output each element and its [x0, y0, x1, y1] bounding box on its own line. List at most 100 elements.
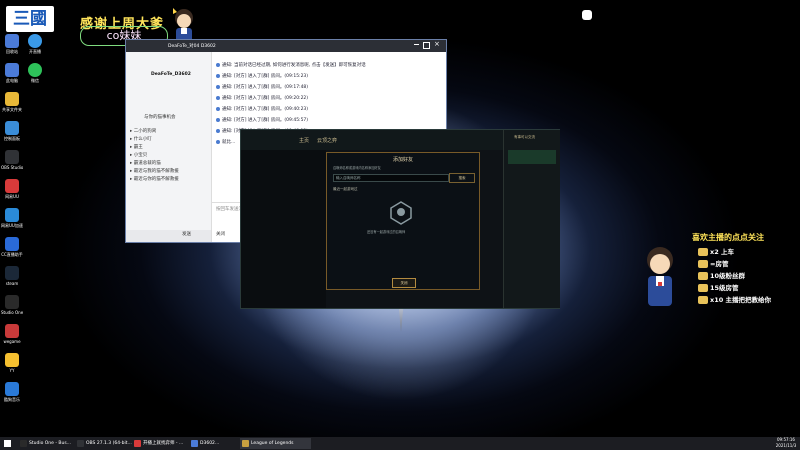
desktop-icon[interactable]: YY — [1, 353, 23, 373]
follow-overlay: 喜欢主播的点点关注 x2 上车 =房管 10级粉丝群 15级房管 x10 主播把… — [640, 228, 800, 313]
desktop-icon[interactable]: 控制面板 — [1, 121, 23, 141]
minimize-icon[interactable] — [414, 44, 419, 45]
info-icon — [216, 128, 220, 133]
desktop-icon-label: steam — [5, 281, 19, 286]
chat-message: 通知: [对方] 进入了[群] 房间。(09:40:23) — [216, 106, 308, 112]
app-icon — [77, 440, 84, 447]
empty-friends-icon — [390, 201, 412, 225]
desktop-icon[interactable]: CC直播助手 — [1, 237, 23, 257]
desktop-icon-label: Studio One 4 — [1, 310, 23, 315]
app-icon — [5, 208, 19, 222]
app-icon — [5, 266, 19, 280]
desktop-icon[interactable]: 网易UU — [1, 179, 23, 199]
desktop-icon[interactable]: 回收站 — [1, 34, 23, 54]
gift-icon — [698, 296, 708, 304]
app-icon — [5, 179, 19, 193]
qq-titlebar[interactable]: DeaFoTe_对04 D3602 × — [126, 40, 446, 52]
dialog-title: 添加好友 — [392, 157, 413, 163]
gift-icon — [698, 248, 708, 256]
conan-follow-icon — [647, 247, 673, 306]
contact-group-item[interactable]: ▸ 二小的狗窝 — [130, 128, 156, 134]
close-chat-button[interactable]: 关闭 — [216, 231, 225, 237]
app-icon — [5, 382, 19, 396]
desktop-icon[interactable]: 网易UU加速器 — [1, 208, 23, 228]
follow-line: =房管 — [698, 258, 728, 268]
app-icon — [28, 34, 42, 48]
send-button[interactable]: 发送 — [182, 231, 191, 237]
contact-group-item[interactable]: ▸ 最近与你的猫不解救援 — [130, 176, 179, 182]
app-icon — [5, 121, 19, 135]
tab-home[interactable]: 主页 — [299, 137, 309, 144]
follow-line: x2 上车 — [698, 246, 734, 256]
search-button[interactable]: 搜索 — [449, 173, 475, 183]
app-icon — [5, 92, 19, 106]
add-friend-dialog[interactable]: 添加好友 召唤师名称或游戏内名称添加好友 输入召唤师名称 搜索 最近一起游戏过 … — [326, 152, 480, 290]
desktop-icon[interactable]: wegame — [1, 324, 23, 344]
start-icon[interactable] — [4, 440, 11, 447]
app-icon — [5, 324, 19, 338]
tab-tft[interactable]: 云顶之弈 — [317, 137, 337, 144]
league-client-window[interactable]: 主页 云顶之弈 有事可以交流 添加好友 召唤师名称或游戏内名称添加好友 输入召唤… — [240, 129, 560, 309]
contact-group-item[interactable]: ▸ 霸道总裁的猫 — [130, 160, 161, 166]
close-icon[interactable]: × — [434, 40, 440, 48]
desktop-icon[interactable]: OBS Studio — [1, 150, 23, 170]
gift-icon — [698, 284, 708, 292]
app-icon — [242, 440, 249, 447]
chat-message: 通知: [对方] 进入了[群] 房间。(09:17:48) — [216, 84, 308, 90]
desktop-icon[interactable]: 开直播 — [24, 34, 46, 54]
contact-group-item[interactable]: ▸ 霸王 — [130, 144, 143, 150]
app-icon — [5, 34, 19, 48]
follow-line: 10级粉丝群 — [698, 270, 745, 280]
info-icon — [216, 84, 220, 89]
desktop-icon-label: OBS Studio — [1, 165, 23, 170]
maximize-icon[interactable] — [423, 42, 430, 49]
stream-logo: 三國 — [6, 6, 54, 32]
qq-bottom-toolbar — [126, 230, 211, 242]
app-icon — [5, 353, 19, 367]
desktop-icon-label: 网易UU — [5, 194, 19, 199]
taskbar: Studio One - Bus... OBS 27.1.3 (64-bit..… — [0, 437, 800, 450]
contact-group-item[interactable]: ▸ 小宝贝 — [130, 152, 147, 158]
info-icon — [216, 106, 220, 111]
app-icon — [28, 63, 42, 77]
app-icon — [134, 440, 141, 447]
desktop-icon-label: 控制面板 — [4, 136, 20, 141]
qq-title: DeaFoTe_对04 D3602 — [168, 44, 216, 49]
desktop-icon[interactable]: 此电脑 — [1, 63, 23, 83]
gift-icon — [698, 260, 708, 268]
qq-contact-panel: DeaFoTe_D3602 与你的猫事机会 ▸ 二小的狗窝 ▸ 什么小叮 ▸ 霸王 ▸… — [126, 52, 212, 242]
desktop-icon-label: 网易UU加速器 — [1, 223, 23, 228]
friend-search-input[interactable]: 输入召唤师名称 — [333, 174, 449, 182]
app-icon — [191, 440, 198, 447]
info-icon — [216, 117, 220, 122]
gift-icon — [698, 272, 708, 280]
recent-label: 最近一起游戏过 — [333, 187, 358, 191]
app-icon — [5, 150, 19, 164]
desktop-icon[interactable]: 共享文件夹 — [1, 92, 23, 112]
follow-line: 15级房管 — [698, 282, 739, 292]
desktop-icon-label: CC直播助手 — [1, 252, 23, 257]
desktop-icon[interactable]: 微信 — [24, 63, 46, 83]
desktop-icon[interactable]: steam — [1, 266, 23, 286]
app-icon — [20, 440, 27, 447]
desktop-icon-label: YY — [9, 368, 15, 373]
taskbar-app-button[interactable]: 开播上就找弈师 - ... — [132, 438, 195, 449]
desktop-icon-label: 开直播 — [29, 49, 41, 54]
taskbar-app-button[interactable]: OBS 27.1.3 (64-bit... — [75, 438, 138, 449]
close-dialog-button[interactable]: 关闭 — [392, 278, 416, 288]
taskbar-app-button[interactable]: Studio One - Bus... — [18, 438, 81, 449]
desktop-icon[interactable]: Studio One 4 — [1, 295, 23, 315]
desktop-icon[interactable]: 酷狗音乐 — [1, 382, 23, 402]
contact-group-item[interactable]: ▸ 什么小叮 — [130, 136, 152, 142]
info-icon — [216, 62, 220, 67]
desktop-icon-label: 共享文件夹 — [2, 107, 22, 112]
contact-group-item[interactable]: ▸ 最近与我的猫不解救援 — [130, 168, 179, 174]
desktop-icon-label: 此电脑 — [6, 78, 18, 83]
taskbar-app-button[interactable]: League of Legends — [240, 438, 311, 449]
cat-icon[interactable] — [582, 10, 592, 20]
taskbar-clock[interactable]: 09:57:16 2021/11/3 — [772, 437, 800, 450]
friends-counter — [508, 150, 556, 164]
chat-message: 通知: [对方] 进入了[群] 房间。(09:20:22) — [216, 95, 308, 101]
taskbar-app-button[interactable]: D3602... — [189, 438, 246, 449]
league-left-panel — [241, 150, 326, 308]
